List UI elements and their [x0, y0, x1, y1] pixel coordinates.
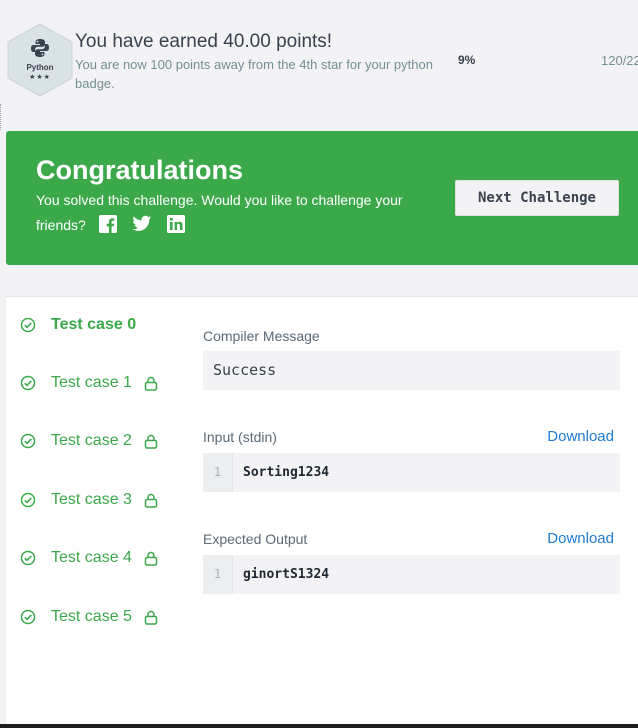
congratulations-title: Congratulations [36, 155, 243, 185]
points-away-text: You are now 100 points away from the 4th… [75, 57, 433, 91]
test-case-label: Test case 1 [51, 374, 132, 391]
hexagon-badge-icon [7, 23, 73, 97]
lock-icon [144, 551, 158, 566]
challenge-friends-text: You solved this challenge. Would you lik… [36, 192, 403, 233]
line-number: 1 [203, 453, 233, 492]
output-value: ginortS1324 [243, 567, 330, 582]
points-earned-text: You have earned 40.00 points! [75, 31, 333, 52]
test-case-5[interactable]: Test case 5 [20, 605, 158, 629]
input-label: Input (stdin) [203, 429, 277, 445]
test-case-1[interactable]: Test case 1 [20, 371, 158, 395]
facebook-icon[interactable] [98, 214, 118, 234]
test-case-4[interactable]: Test case 4 [20, 546, 158, 570]
test-case-label: Test case 2 [51, 432, 132, 449]
check-circle-icon [20, 375, 36, 391]
dotted-divider [0, 104, 2, 130]
output-code-box: 1 ginortS1324 [203, 555, 620, 594]
test-case-label: Test case 0 [51, 316, 137, 333]
python-logo-icon [31, 39, 49, 57]
badge-language: Python [26, 63, 54, 72]
lock-icon [144, 493, 158, 508]
lock-icon [144, 434, 158, 449]
expected-output-label: Expected Output [203, 531, 308, 547]
test-case-3[interactable]: Test case 3 [20, 488, 158, 512]
lock-icon [144, 376, 158, 391]
badge-stars: ★★★ [29, 74, 51, 81]
test-case-0[interactable]: Test case 0 [20, 313, 136, 337]
check-circle-icon [20, 317, 36, 333]
lock-icon [144, 610, 158, 625]
bottom-edge [0, 724, 638, 728]
test-results-panel: Test case 0 Test case 1 Test case 2 Test… [6, 296, 638, 728]
test-case-label: Test case 5 [51, 608, 132, 625]
check-circle-icon [20, 492, 36, 508]
check-circle-icon [20, 550, 36, 566]
progress-percent: 9% [458, 53, 476, 67]
check-circle-icon [20, 433, 36, 449]
share-icons [98, 214, 186, 234]
twitter-icon[interactable] [132, 214, 152, 234]
check-circle-icon [20, 609, 36, 625]
input-value: Sorting1234 [243, 465, 330, 480]
output-download-link[interactable]: Download [547, 530, 614, 547]
compiler-message-label: Compiler Message [203, 328, 320, 344]
badge-banner: Python ★★★ You have earned 40.00 points!… [0, 0, 638, 130]
python-badge: Python ★★★ [4, 22, 76, 98]
next-challenge-button[interactable]: Next Challenge [455, 180, 619, 216]
congratulations-message: You solved this challenge. Would you lik… [36, 188, 436, 238]
linkedin-icon[interactable] [166, 214, 186, 234]
input-code-box: 1 Sorting1234 [203, 453, 620, 492]
compiler-message-box: Success [203, 351, 620, 390]
input-download-link[interactable]: Download [547, 428, 614, 445]
test-case-label: Test case 4 [51, 549, 132, 566]
progress-count: 120/22 [601, 53, 638, 68]
test-case-label: Test case 3 [51, 491, 132, 508]
line-number: 1 [203, 555, 233, 594]
congratulations-banner: Congratulations You solved this challeng… [6, 131, 638, 265]
test-case-2[interactable]: Test case 2 [20, 429, 158, 453]
